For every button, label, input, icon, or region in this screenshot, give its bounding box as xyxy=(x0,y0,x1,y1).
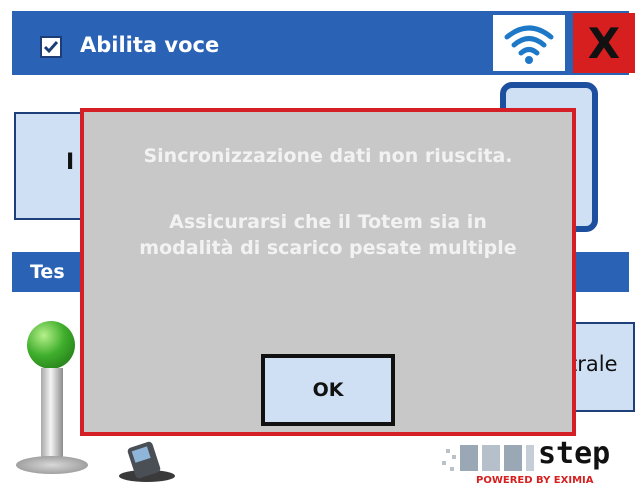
voice-checkbox[interactable] xyxy=(40,36,62,58)
background-panel-right-label: trale xyxy=(569,352,618,376)
close-button[interactable]: X xyxy=(573,13,635,73)
handheld-scanner-icon xyxy=(119,441,175,482)
status-light-icon xyxy=(27,321,75,369)
logo-name: step xyxy=(538,436,611,471)
status-light-base xyxy=(16,456,88,474)
voice-label: Abilita voce xyxy=(80,33,220,57)
dialog-message-title: Sincronizzazione dati non riuscita. xyxy=(143,145,513,167)
dialog-message-line: modalità di scarico pesate multiple xyxy=(139,237,517,259)
status-light-pole xyxy=(41,368,63,466)
dialog-message-line: Assicurarsi che il Totem sia in xyxy=(169,211,487,233)
checkmark-icon xyxy=(43,41,59,54)
ok-button[interactable]: OK xyxy=(261,354,395,426)
background-panel-left-label: I xyxy=(66,150,75,175)
wifi-button[interactable] xyxy=(493,15,565,71)
logo-tagline: POWERED BY EXIMIA xyxy=(476,475,594,486)
wifi-icon xyxy=(504,25,554,64)
background-band-label: Tes xyxy=(30,261,65,283)
sync-error-dialog: Sincronizzazione dati non riuscita. Assi… xyxy=(80,108,576,436)
